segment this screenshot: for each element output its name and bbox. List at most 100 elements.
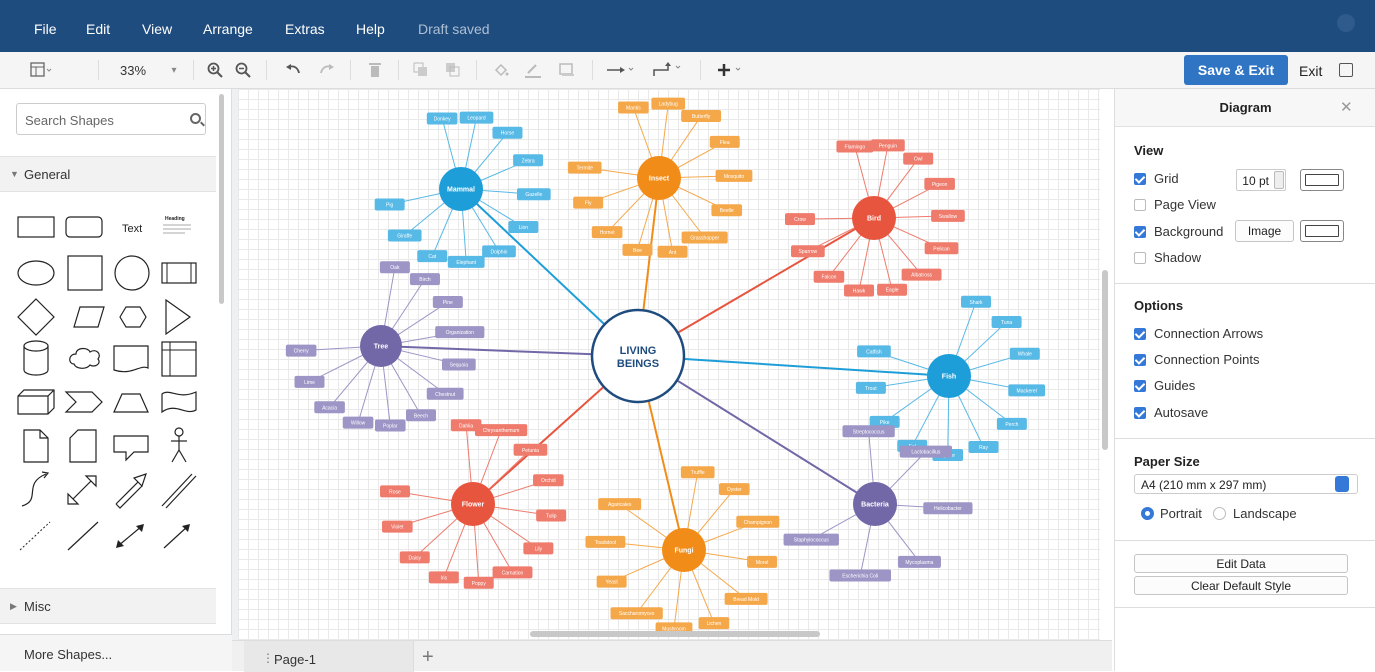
waypoints-icon[interactable] — [650, 58, 686, 82]
shape-cube — [17, 389, 55, 415]
to-front-icon[interactable] — [410, 58, 432, 82]
connection-arrows-checkbox[interactable] — [1134, 328, 1146, 340]
autosave-checkbox[interactable] — [1134, 407, 1146, 419]
menu-help[interactable]: Help — [356, 21, 385, 37]
shape-text: Text — [122, 223, 142, 235]
connection-style-icon[interactable] — [604, 58, 638, 82]
grid-size-stepper-icon[interactable] — [1274, 171, 1284, 189]
menu-arrange[interactable]: Arrange — [203, 21, 253, 37]
menu-view[interactable]: View — [142, 21, 172, 37]
section-general[interactable]: ▼ General — [0, 156, 216, 192]
menu-extras[interactable]: Extras — [285, 21, 325, 37]
sidebar-scrollbar[interactable] — [219, 94, 224, 304]
chevron-right-icon: ▶ — [10, 601, 17, 611]
page-menu-icon[interactable]: ⋮ — [262, 651, 274, 665]
leaf-label: Catfish — [866, 349, 882, 355]
zoom-level[interactable]: 33% — [120, 63, 146, 78]
more-shapes-button[interactable]: More Shapes... — [0, 634, 232, 671]
zoom-dropdown-icon[interactable]: ▾ — [166, 58, 182, 82]
clear-default-style-button[interactable]: Clear Default Style — [1134, 576, 1348, 595]
leaf-label: Lichen — [707, 621, 722, 627]
shadow-checkbox[interactable] — [1134, 252, 1146, 264]
background-checkbox[interactable] — [1134, 226, 1146, 238]
insert-icon[interactable] — [714, 58, 748, 82]
menu-file[interactable]: File — [34, 21, 57, 37]
leaf-label: Champignon — [744, 520, 773, 526]
background-image-button[interactable]: Image — [1235, 220, 1294, 242]
connection-points-label: Connection Points — [1154, 352, 1260, 367]
page-view-checkbox[interactable] — [1134, 199, 1146, 211]
menu-bar: File Edit View Arrange Extras Help Draft… — [0, 0, 1375, 52]
leaf-label: Toadstool — [595, 540, 616, 546]
leaf-label: Mycoplasma — [905, 560, 933, 566]
menu-edit[interactable]: Edit — [86, 21, 110, 37]
center-label-line1: LIVING — [620, 345, 657, 357]
shapes-sidebar: Search Shapes ▼ General Text Heading ▶ M… — [0, 89, 232, 671]
add-page-icon[interactable]: + — [422, 646, 434, 669]
paper-size-select[interactable]: A4 (210 mm x 297 mm) — [1134, 474, 1358, 494]
shape-ellipse — [17, 260, 55, 286]
exit-button[interactable]: Exit — [1299, 63, 1322, 79]
line-color-icon[interactable] — [522, 58, 544, 82]
close-icon[interactable]: ✕ — [1340, 98, 1353, 116]
page-tab-label: Page-1 — [274, 652, 316, 667]
shape-rounded-rectangle — [65, 216, 103, 238]
fullscreen-icon[interactable] — [1339, 63, 1353, 77]
edit-data-button[interactable]: Edit Data — [1134, 554, 1348, 573]
vertical-scrollbar[interactable] — [1102, 270, 1108, 450]
shadow-icon[interactable] — [556, 58, 578, 82]
globe-icon[interactable] — [1337, 14, 1355, 32]
leaf-label: Yeast — [605, 580, 618, 586]
horizontal-scrollbar[interactable] — [530, 631, 820, 637]
page-view-label: Page View — [1154, 197, 1216, 212]
select-chevron-icon[interactable] — [1335, 476, 1349, 492]
landscape-radio[interactable] — [1213, 507, 1226, 520]
section-misc[interactable]: ▶ Misc — [0, 588, 216, 624]
format-panel: Diagram ✕ View Grid 10 pt Page View Back… — [1114, 89, 1375, 671]
shape-palette: Text Heading — [17, 216, 197, 551]
paper-size-heading: Paper Size — [1134, 454, 1200, 469]
leaf-label: Mantis — [626, 106, 641, 112]
redo-icon[interactable] — [316, 58, 338, 82]
leaf-label: Beetle — [720, 208, 734, 214]
zoom-out-icon[interactable] — [232, 58, 254, 82]
save-exit-button[interactable]: Save & Exit — [1184, 55, 1288, 85]
zoom-in-icon[interactable] — [204, 58, 226, 82]
fill-color-icon[interactable] — [490, 58, 512, 82]
shape-hexagon — [119, 306, 147, 328]
leaf-label: Flea — [720, 140, 730, 146]
leaf-label: Chestnut — [435, 392, 456, 398]
toolbar: 33% ▾ — [0, 52, 1375, 89]
leaf-label: Donkey — [434, 116, 451, 122]
leaf-label: Mackerel — [1017, 388, 1037, 394]
branch-label-bacteria: Bacteria — [861, 502, 889, 509]
leaf-label: Lactobacillus — [911, 450, 940, 456]
guides-label: Guides — [1154, 378, 1196, 393]
leaf-label: Dahlia — [459, 423, 473, 429]
portrait-radio[interactable] — [1141, 507, 1154, 520]
diagram-canvas[interactable]: Donkey Leopard Horse Zebra Gazelle Lion Dolphi… — [238, 89, 1100, 640]
delete-icon[interactable] — [364, 58, 386, 82]
shape-heading: Heading — [165, 216, 185, 222]
grid-color-swatch[interactable] — [1300, 169, 1344, 191]
undo-icon[interactable] — [282, 58, 304, 82]
leaf-label: Lime — [304, 380, 315, 386]
page-tab[interactable]: ⋮ Page-1 — [244, 641, 414, 672]
leaf-label: Willow — [351, 421, 366, 427]
leaf-label: Trout — [865, 386, 877, 392]
to-back-icon[interactable] — [442, 58, 464, 82]
format-panel-toggle-icon[interactable] — [26, 58, 56, 82]
connection-arrows-label: Connection Arrows — [1154, 326, 1264, 341]
connection-points-checkbox[interactable] — [1134, 354, 1146, 366]
search-icon[interactable] — [190, 113, 201, 124]
guides-checkbox[interactable] — [1134, 380, 1146, 392]
grid-checkbox[interactable] — [1134, 173, 1146, 185]
leaf-label: Tulip — [546, 513, 557, 519]
background-color-swatch[interactable] — [1300, 220, 1344, 242]
search-input[interactable]: Search Shapes — [16, 103, 206, 135]
section-general-label: General — [24, 167, 71, 182]
branch-label-mammal: Mammal — [447, 187, 475, 194]
leaf-label: Birch — [419, 277, 431, 283]
shape-rectangle — [17, 216, 55, 238]
leaf-label: Orchid — [541, 478, 556, 484]
